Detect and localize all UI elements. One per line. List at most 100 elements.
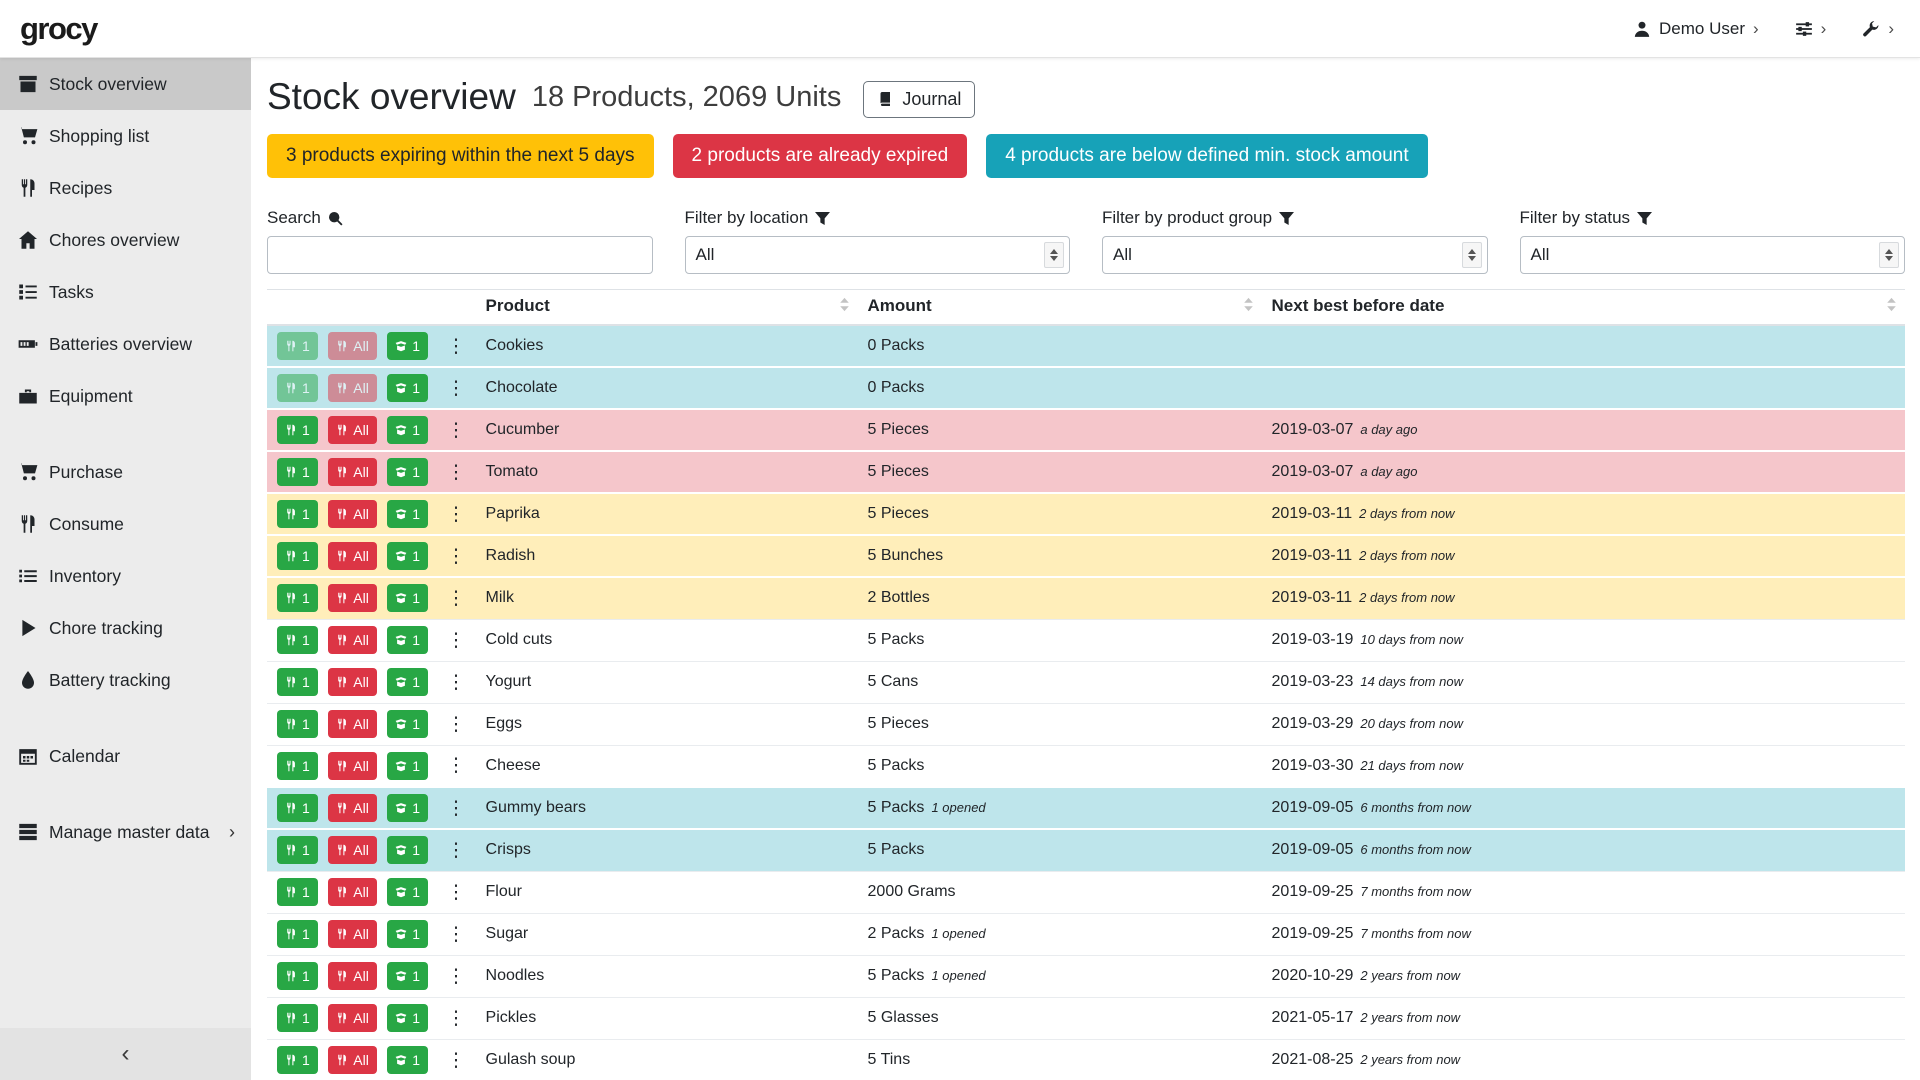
admin-settings-menu-button[interactable]: › [1862, 20, 1894, 38]
search-input[interactable] [267, 236, 653, 274]
consume-all-button[interactable]: All [328, 416, 377, 444]
open-one-button[interactable]: 1 [387, 584, 428, 612]
row-menu-button[interactable]: ⋮ [447, 756, 466, 775]
open-one-button[interactable]: 1 [387, 500, 428, 528]
consume-one-button[interactable]: 1 [277, 962, 318, 990]
row-menu-button[interactable]: ⋮ [447, 1051, 466, 1070]
open-one-button[interactable]: 1 [387, 962, 428, 990]
consume-all-button[interactable]: All [328, 962, 377, 990]
row-menu-button[interactable]: ⋮ [447, 799, 466, 818]
consume-all-button[interactable]: All [328, 794, 377, 822]
open-one-button[interactable]: 1 [387, 836, 428, 864]
consume-one-button[interactable]: 1 [277, 626, 318, 654]
open-one-button[interactable]: 1 [387, 710, 428, 738]
row-menu-button[interactable]: ⋮ [447, 715, 466, 734]
sidebar-item-shopping-list[interactable]: Shopping list [0, 110, 251, 162]
consume-all-button[interactable]: All [328, 626, 377, 654]
row-menu-button[interactable]: ⋮ [447, 337, 466, 356]
sidebar-item-recipes[interactable]: Recipes [0, 162, 251, 214]
consume-all-button[interactable]: All [328, 920, 377, 948]
open-one-button[interactable]: 1 [387, 794, 428, 822]
row-menu-button[interactable]: ⋮ [447, 589, 466, 608]
product-group-filter-select[interactable]: All [1102, 236, 1488, 274]
row-menu-button[interactable]: ⋮ [447, 631, 466, 650]
row-menu-button[interactable]: ⋮ [447, 547, 466, 566]
open-one-button[interactable]: 1 [387, 542, 428, 570]
sidebar-item-purchase[interactable]: Purchase [0, 446, 251, 498]
row-menu-button[interactable]: ⋮ [447, 967, 466, 986]
sidebar-item-manage-master-data[interactable]: Manage master data › [0, 806, 251, 858]
consume-all-button[interactable]: All [328, 542, 377, 570]
consume-all-button[interactable]: All [328, 500, 377, 528]
row-menu-button[interactable]: ⋮ [447, 379, 466, 398]
consume-all-button[interactable]: All [328, 836, 377, 864]
open-one-button[interactable]: 1 [387, 878, 428, 906]
row-menu-button[interactable]: ⋮ [447, 1009, 466, 1028]
consume-all-button[interactable]: All [328, 584, 377, 612]
sidebar-item-battery-tracking[interactable]: Battery tracking [0, 654, 251, 706]
consume-one-button[interactable]: 1 [277, 500, 318, 528]
consume-one-button[interactable]: 1 [277, 542, 318, 570]
consume-all-button[interactable]: All [328, 458, 377, 486]
sidebar-item-tasks[interactable]: Tasks [0, 266, 251, 318]
location-filter-select[interactable]: All [685, 236, 1071, 274]
consume-all-button[interactable]: All [328, 374, 377, 402]
sidebar-item-chore-tracking[interactable]: Chore tracking [0, 602, 251, 654]
open-one-button[interactable]: 1 [387, 668, 428, 696]
user-menu-button[interactable]: Demo User › [1633, 19, 1759, 39]
row-menu-button[interactable]: ⋮ [447, 883, 466, 902]
consume-one-button[interactable]: 1 [277, 1046, 318, 1074]
consume-one-button[interactable]: 1 [277, 584, 318, 612]
row-menu-button[interactable]: ⋮ [447, 421, 466, 440]
open-one-button[interactable]: 1 [387, 1046, 428, 1074]
journal-button[interactable]: Journal [863, 81, 975, 118]
row-menu-button[interactable]: ⋮ [447, 505, 466, 524]
below-min-stock-alert[interactable]: 4 products are below defined min. stock … [986, 134, 1427, 178]
consume-one-button[interactable]: 1 [277, 836, 318, 864]
row-menu-button[interactable]: ⋮ [447, 925, 466, 944]
consume-one-button[interactable]: 1 [277, 332, 318, 360]
row-menu-button[interactable]: ⋮ [447, 841, 466, 860]
consume-one-button[interactable]: 1 [277, 458, 318, 486]
sidebar-item-calendar[interactable]: Calendar [0, 730, 251, 782]
consume-all-button[interactable]: All [328, 332, 377, 360]
open-one-button[interactable]: 1 [387, 752, 428, 780]
row-menu-button[interactable]: ⋮ [447, 673, 466, 692]
open-one-button[interactable]: 1 [387, 626, 428, 654]
consume-all-button[interactable]: All [328, 668, 377, 696]
consume-one-button[interactable]: 1 [277, 878, 318, 906]
open-one-button[interactable]: 1 [387, 920, 428, 948]
open-one-button[interactable]: 1 [387, 1004, 428, 1032]
consume-one-button[interactable]: 1 [277, 374, 318, 402]
expired-products-alert[interactable]: 2 products are already expired [673, 134, 968, 178]
consume-all-button[interactable]: All [328, 710, 377, 738]
consume-one-button[interactable]: 1 [277, 794, 318, 822]
sidebar-item-batteries-overview[interactable]: Batteries overview [0, 318, 251, 370]
bbd-column-header[interactable]: Next best before date [1262, 290, 1905, 326]
consume-one-button[interactable]: 1 [277, 920, 318, 948]
expiring-products-alert[interactable]: 3 products expiring within the next 5 da… [267, 134, 654, 178]
consume-one-button[interactable]: 1 [277, 416, 318, 444]
sidebar-item-stock-overview[interactable]: Stock overview [0, 58, 251, 110]
product-column-header[interactable]: Product [476, 290, 858, 326]
open-one-button[interactable]: 1 [387, 416, 428, 444]
open-one-button[interactable]: 1 [387, 458, 428, 486]
row-menu-button[interactable]: ⋮ [447, 463, 466, 482]
status-filter-select[interactable]: All [1520, 236, 1906, 274]
sidebar-item-equipment[interactable]: Equipment [0, 370, 251, 422]
consume-one-button[interactable]: 1 [277, 1004, 318, 1032]
consume-one-button[interactable]: 1 [277, 752, 318, 780]
sidebar-collapse-button[interactable]: ‹ [0, 1028, 251, 1080]
stock-settings-menu-button[interactable]: › [1795, 20, 1827, 38]
consume-all-button[interactable]: All [328, 878, 377, 906]
consume-all-button[interactable]: All [328, 752, 377, 780]
consume-one-button[interactable]: 1 [277, 668, 318, 696]
amount-column-header[interactable]: Amount [858, 290, 1262, 326]
consume-one-button[interactable]: 1 [277, 710, 318, 738]
open-one-button[interactable]: 1 [387, 374, 428, 402]
sidebar-item-inventory[interactable]: Inventory [0, 550, 251, 602]
sidebar-item-chores-overview[interactable]: Chores overview [0, 214, 251, 266]
open-one-button[interactable]: 1 [387, 332, 428, 360]
consume-all-button[interactable]: All [328, 1046, 377, 1074]
sidebar-item-consume[interactable]: Consume [0, 498, 251, 550]
